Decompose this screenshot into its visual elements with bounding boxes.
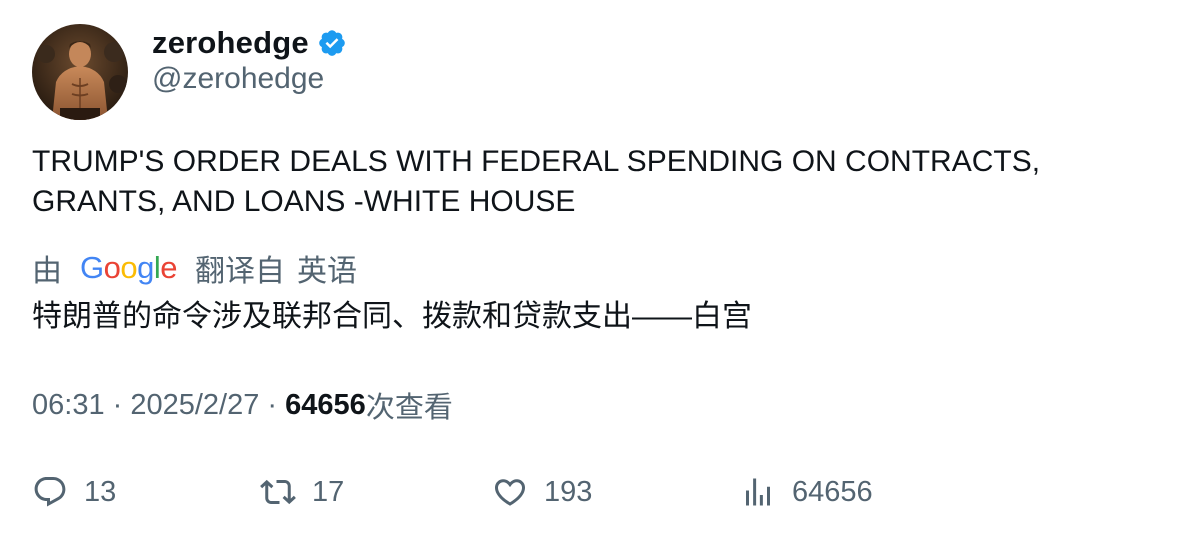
views-action-count: 64656	[792, 475, 873, 508]
display-name[interactable]: zerohedge	[152, 25, 309, 61]
meta-separator: ·	[104, 388, 131, 421]
tweet-date[interactable]: 2025/2/27	[130, 389, 259, 422]
views-label: 次查看	[365, 392, 453, 424]
heart-icon	[494, 479, 526, 506]
source-language: 英语	[297, 255, 358, 288]
meta-separator: ·	[259, 388, 286, 421]
user-handle[interactable]: @zerohedge	[152, 62, 324, 96]
tweet-time[interactable]: 06:31	[32, 389, 105, 422]
google-logo[interactable]: Google	[80, 250, 178, 286]
avatar[interactable]	[32, 24, 128, 120]
tweet-text-line: TRUMP'S ORDER DEALS WITH FEDERAL SPENDIN…	[32, 145, 1041, 178]
reply-icon	[34, 477, 66, 507]
user-name-row: zerohedge	[152, 22, 347, 64]
like-button[interactable]: 193	[492, 470, 592, 514]
tweet-meta: 06:31 · 2025/2/27 · 64656 次查看	[32, 384, 453, 426]
translation-attribution: 由 Google 翻译自 英语	[32, 246, 357, 290]
retweet-count: 17	[312, 475, 345, 508]
tweet-text-line: GRANTS, AND LOANS -WHITE HOUSE	[32, 185, 576, 218]
views-count: 64656	[285, 388, 366, 421]
verified-badge-icon	[319, 30, 345, 56]
reply-button[interactable]: 13	[32, 470, 116, 514]
avatar-image	[32, 24, 128, 120]
action-bar: 13 17 193 64656	[32, 470, 1162, 514]
reply-count: 13	[84, 475, 117, 508]
analytics-icon	[746, 478, 770, 506]
retweet-icon	[260, 479, 296, 505]
translated-text: 特朗普的命令涉及联邦合同、拨款和贷款支出——白宫	[32, 300, 752, 333]
views-button[interactable]: 64656	[740, 470, 873, 514]
tweet-text: TRUMP'S ORDER DEALS WITH FEDERAL SPENDIN…	[32, 142, 1162, 222]
like-count: 193	[544, 475, 593, 508]
translated-from-label: 翻译自	[195, 255, 286, 288]
translation-prefix: 由	[32, 255, 62, 288]
retweet-button[interactable]: 17	[260, 470, 344, 514]
